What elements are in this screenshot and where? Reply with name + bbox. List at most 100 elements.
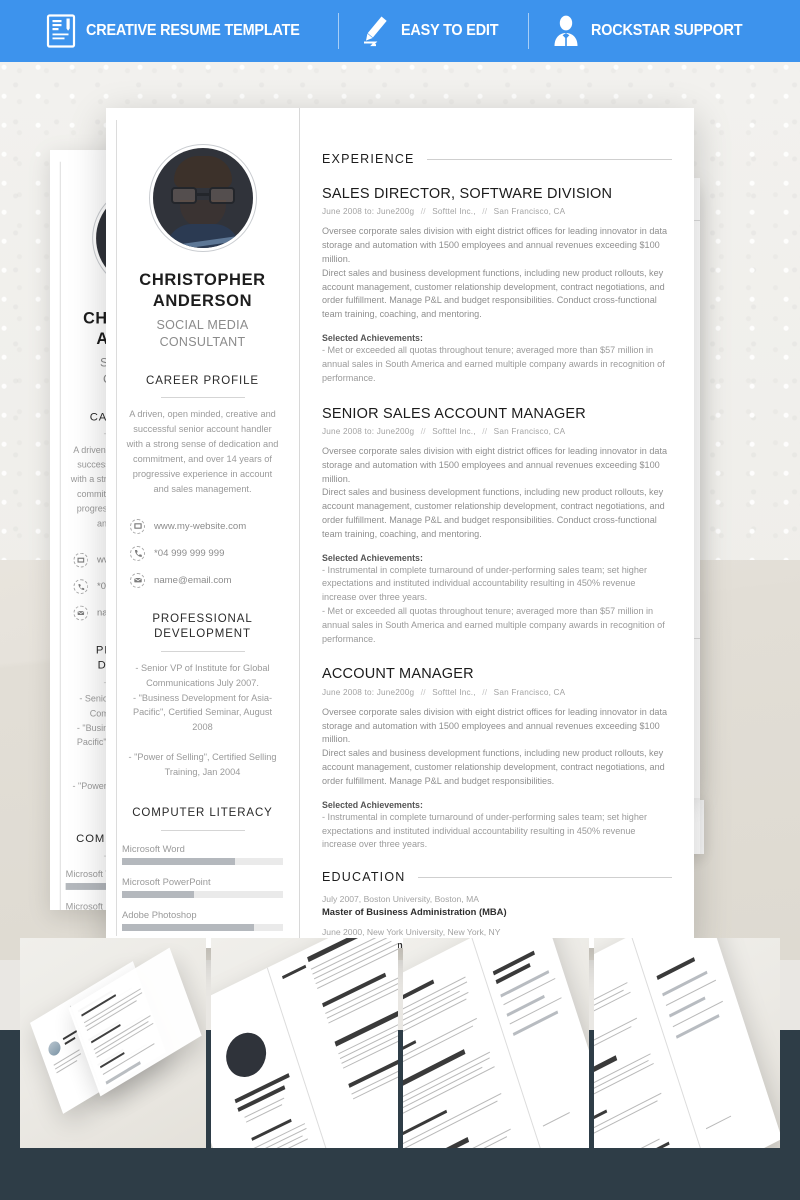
job-company: Softtel Inc., [432,687,476,697]
job-company: Softtel Inc., [432,207,476,217]
experience-item: ACCOUNT MANAGER June 2008 to: June200g /… [322,666,672,852]
career-profile-heading: CAREER PROFILE [146,374,259,387]
avatar-hair [173,156,232,188]
job-body: Oversee corporate sales division with ei… [322,445,668,539]
job-meta: June 2008 to: June200g // Softtel Inc., … [322,427,672,436]
education-degree: Master of Business Administration (MBA) [322,906,507,918]
professional-development-rule [160,650,245,652]
experience-item: SALES DIRECTOR, SOFTWARE DIVISION June 2… [322,186,672,386]
skill-item: Microsoft Word [122,843,283,865]
thumbnail-strip [0,938,800,1200]
experience-section-header: EXPERIENCE [322,152,672,166]
banner-item-creative-resume-template: CREATIVE RESUME TEMPLATE [24,14,338,48]
job-body: Oversee corporate sales division with ei… [322,706,668,786]
thumbnail-closeup-left-column[interactable] [211,938,398,1148]
skill-bar-fill [122,857,235,865]
skill-name: Adobe Photoshop [122,908,197,920]
candidate-role-line1: SOCIAL MEDIA [156,318,249,333]
professional-development-body: - Senior VP of Institute for Global Comm… [128,662,277,778]
skill-name: Microsoft PowerPoint [122,875,211,887]
contact-phone-text: *04 999 999 999 [154,547,225,559]
job-meta-separator: // [420,687,426,697]
phone-icon [130,545,145,561]
education-heading: EDUCATION [322,870,406,885]
contact-phone[interactable]: *04 999 999 999 [130,545,283,561]
resume-sidebar: CHRISTOPHER ANDERSON SOCIAL MEDIA CONSUL… [106,108,300,968]
career-profile-body: A driven, open minded, creative and succ… [126,409,279,494]
avatar-wrapper [122,148,283,248]
achievements-title: Selected Achievements: [322,799,423,810]
banner-item-easy-to-edit: EASY TO EDIT [339,14,528,48]
achievements-body: - Instrumental in complete turnaround of… [322,564,665,644]
skill-bar-track [122,890,283,898]
skill-name: Microsoft Word [122,842,185,854]
candidate-role-line2: CONSULTANT [159,334,246,349]
job-dates: June 2008 to: June200g [322,207,415,217]
phone-icon [73,578,89,594]
job-meta-separator: // [482,426,488,436]
email-icon [130,572,145,588]
job-meta-separator: // [482,687,488,697]
experience-item: SENIOR SALES ACCOUNT MANAGER June 2008 t… [322,406,672,647]
website-icon [130,518,145,534]
contact-email[interactable]: name@email.com [130,572,283,588]
contact-email-text: name@email.com [154,574,232,586]
candidate-name-line1: CHRISTOPHER [139,271,266,289]
skill-item: Adobe Photoshop [122,909,283,931]
user-support-icon [554,15,578,46]
banner-label: EASY TO EDIT [401,22,499,39]
job-company: Softtel Inc., [432,426,476,436]
glasses-icon [170,187,235,204]
resume-main-column: EXPERIENCE SALES DIRECTOR, SOFTWARE DIVI… [300,108,694,950]
job-meta-separator: // [420,207,426,217]
feature-banner: CREATIVE RESUME TEMPLATE EASY TO EDIT RO… [0,0,800,62]
job-dates: June 2008 to: June200g [322,687,415,697]
computer-literacy-rule [160,829,245,831]
job-location: San Francisco, CA [493,426,566,436]
candidate-name-line2: ANDERSON [152,291,253,310]
website-icon [73,552,89,568]
achievements-body: - Instrumental in complete turnaround of… [322,811,648,850]
professional-development-heading-line2: DEVELOPMENT [154,628,251,641]
page-root: CREATIVE RESUME TEMPLATE EASY TO EDIT RO… [0,0,800,1200]
job-dates: June 2008 to: June200g [322,426,415,436]
contact-list: www.my-website.com *04 999 999 999 name@… [122,518,283,588]
job-location: San Francisco, CA [493,687,566,697]
job-meta: June 2008 to: June200g // Softtel Inc., … [322,688,672,697]
education-heading-rule [417,876,672,878]
skill-list: Microsoft Word Microsoft PowerPoint Adob… [122,843,283,931]
thumbnail-flat-angled-pages[interactable] [20,938,207,1148]
job-title: SALES DIRECTOR, SOFTWARE DIVISION [322,186,613,202]
job-meta-separator: // [420,426,426,436]
avatar [152,148,253,248]
job-title: SENIOR SALES ACCOUNT MANAGER [322,405,586,422]
education-when: June 2000, New York University, New York… [322,927,501,938]
email-icon [73,605,89,621]
skill-bar-track [122,923,283,931]
resume-main-sheet: CHRISTOPHER ANDERSON SOCIAL MEDIA CONSUL… [106,108,694,968]
achievements-title: Selected Achievements: [322,333,423,344]
job-location: San Francisco, CA [493,207,566,217]
job-body: Oversee corporate sales division with ei… [322,226,668,320]
education-item: July 2007, Boston University, Boston, MA… [322,894,672,917]
thumbnail-angled-education[interactable] [593,938,780,1148]
resume-document-icon [47,14,76,48]
job-meta-separator: // [482,207,488,217]
skill-bar-track [122,857,283,865]
skill-bar-fill [122,890,195,898]
job-title: ACCOUNT MANAGER [322,666,474,683]
education-section-header: EDUCATION [322,870,672,884]
experience-heading: EXPERIENCE [322,152,415,166]
job-meta: June 2008 to: June200g // Softtel Inc., … [322,207,672,216]
pen-edit-icon [364,16,387,47]
banner-label: CREATIVE RESUME TEMPLATE [86,22,301,39]
skill-item: Microsoft PowerPoint [122,876,283,898]
contact-website-text: www.my-website.com [154,520,247,532]
achievements-title: Selected Achievements: [322,552,423,563]
skill-bar-fill [122,923,255,931]
experience-heading-rule [426,158,672,160]
computer-literacy-heading: COMPUTER LITERACY [132,806,273,819]
achievements-body: - Met or exceeded all quotas throughout … [322,345,665,383]
thumbnail-angled-right-column[interactable] [402,938,589,1148]
contact-website[interactable]: www.my-website.com [130,518,283,534]
